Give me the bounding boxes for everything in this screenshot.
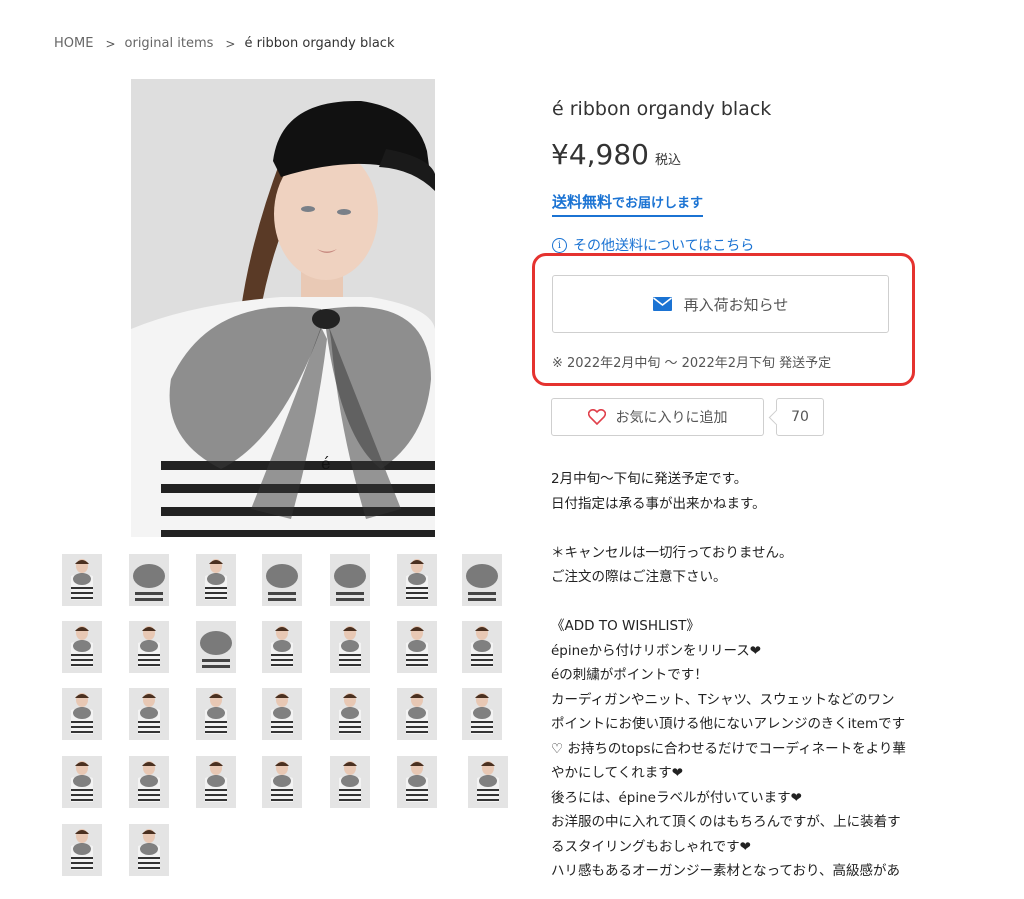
description-line: カーディガンやニット、Tシャツ、スウェットなどのワン	[551, 691, 895, 708]
product-thumbnail[interactable]	[129, 621, 169, 673]
chevron-right-icon: >	[225, 36, 236, 51]
product-title: é ribbon organdy black	[552, 98, 772, 120]
description-line: お洋服の中に入れて頂くのはもちろんですが、上に装着す	[551, 814, 901, 830]
product-thumbnail[interactable]	[462, 688, 502, 740]
product-thumbnail[interactable]	[462, 756, 514, 808]
product-price: ¥4,980 税込	[551, 138, 681, 171]
product-thumbnail[interactable]	[62, 688, 102, 740]
svg-text:é: é	[321, 454, 330, 473]
product-thumbnail[interactable]	[62, 554, 102, 606]
favorite-label: お気に入りに追加	[615, 410, 728, 426]
description-line: るスタイリングもおしゃれです❤	[551, 838, 751, 855]
product-thumbnail[interactable]	[397, 621, 437, 673]
main-product-image: é	[131, 79, 435, 537]
breadcrumb-current: é ribbon organdy black	[244, 36, 395, 51]
description-line: ポイントにお使い頂ける他にないアレンジのきくitemです	[551, 716, 906, 732]
product-thumbnail[interactable]	[330, 554, 370, 606]
product-thumbnail[interactable]	[129, 554, 169, 606]
product-thumbnail[interactable]	[129, 688, 169, 740]
chevron-right-icon: >	[105, 36, 116, 51]
product-thumbnail[interactable]	[462, 621, 502, 673]
description-line: épineから付けリボンをリリース❤	[551, 642, 762, 659]
description-line: ＊キャンセルは一切行っておりません。	[551, 544, 793, 561]
description-line: ハリ感もあるオーガンジー素材となっており、高級感があ	[551, 863, 900, 879]
product-thumbnail[interactable]	[397, 688, 437, 740]
description-spacer	[551, 516, 941, 541]
description-line: 2月中旬〜下旬に発送予定です。	[551, 471, 748, 487]
free-shipping-rest: でお届けします	[612, 196, 704, 211]
product-thumbnail[interactable]	[397, 554, 437, 606]
description-line: 後ろには、épineラベルが付いています❤	[551, 789, 802, 806]
other-shipping-link[interactable]: i その他送料についてはこちら	[552, 235, 754, 255]
description-line: ♡ お持ちのtopsに合わせるだけでコーディネートをより華	[551, 740, 906, 757]
description-line: ご注文の際はご注意下さい。	[551, 569, 727, 585]
product-thumbnail[interactable]	[62, 824, 102, 876]
model-photo: é	[131, 79, 435, 537]
free-shipping-strong: 送料無料	[552, 193, 613, 211]
product-thumbnail[interactable]	[330, 621, 370, 673]
product-thumbnail[interactable]	[262, 554, 302, 606]
product-thumbnail[interactable]	[196, 756, 236, 808]
product-thumbnail[interactable]	[129, 824, 169, 876]
product-thumbnail[interactable]	[262, 688, 302, 740]
restock-notify-button[interactable]: 再入荷お知らせ	[552, 275, 889, 333]
other-shipping-label: その他送料についてはこちら	[573, 238, 755, 254]
info-circle-icon: i	[552, 237, 567, 253]
heart-icon	[587, 409, 606, 425]
product-thumbnail[interactable]	[262, 621, 302, 673]
product-thumbnail[interactable]	[397, 756, 437, 808]
product-thumbnail[interactable]	[330, 756, 370, 808]
product-thumbnail[interactable]	[330, 688, 370, 740]
product-thumbnail[interactable]	[196, 554, 236, 606]
product-thumbnail[interactable]	[62, 756, 102, 808]
description-line: 日付指定は承る事が出来かねます。	[551, 495, 766, 512]
shipping-schedule: ※ 2022年2月中旬 ～ 2022年2月下旬 発送予定	[552, 356, 832, 371]
breadcrumb: HOME > original items > é ribbon organdy…	[54, 36, 394, 51]
description-line: éの刺繍がポイントです！	[551, 667, 708, 683]
restock-label: 再入荷お知らせ	[683, 295, 789, 314]
free-shipping-notice: 送料無料でお届けします	[552, 191, 704, 217]
product-thumbnail[interactable]	[62, 621, 102, 673]
product-thumbnail[interactable]	[196, 688, 236, 740]
breadcrumb-category[interactable]: original items	[125, 36, 214, 51]
product-thumbnail[interactable]	[262, 756, 302, 808]
description-spacer	[551, 590, 941, 615]
product-thumbnail[interactable]	[462, 554, 502, 606]
breadcrumb-home[interactable]: HOME	[54, 36, 93, 51]
description-line: 《ADD TO WISHLIST》	[551, 618, 700, 634]
product-thumbnail[interactable]	[129, 756, 169, 808]
tax-label: 税込	[654, 153, 681, 168]
add-to-favorites-button[interactable]: お気に入りに追加	[551, 398, 764, 436]
envelope-icon	[652, 297, 672, 311]
price-value: ¥4,980	[551, 138, 649, 171]
description-line: やかにしてくれます❤	[551, 765, 684, 781]
favorite-count: 70	[776, 398, 824, 436]
product-thumbnail[interactable]	[196, 621, 236, 673]
product-description: 2月中旬〜下旬に発送予定です。日付指定は承る事が出来かねます。 ＊キャンセルは一切…	[551, 467, 941, 884]
